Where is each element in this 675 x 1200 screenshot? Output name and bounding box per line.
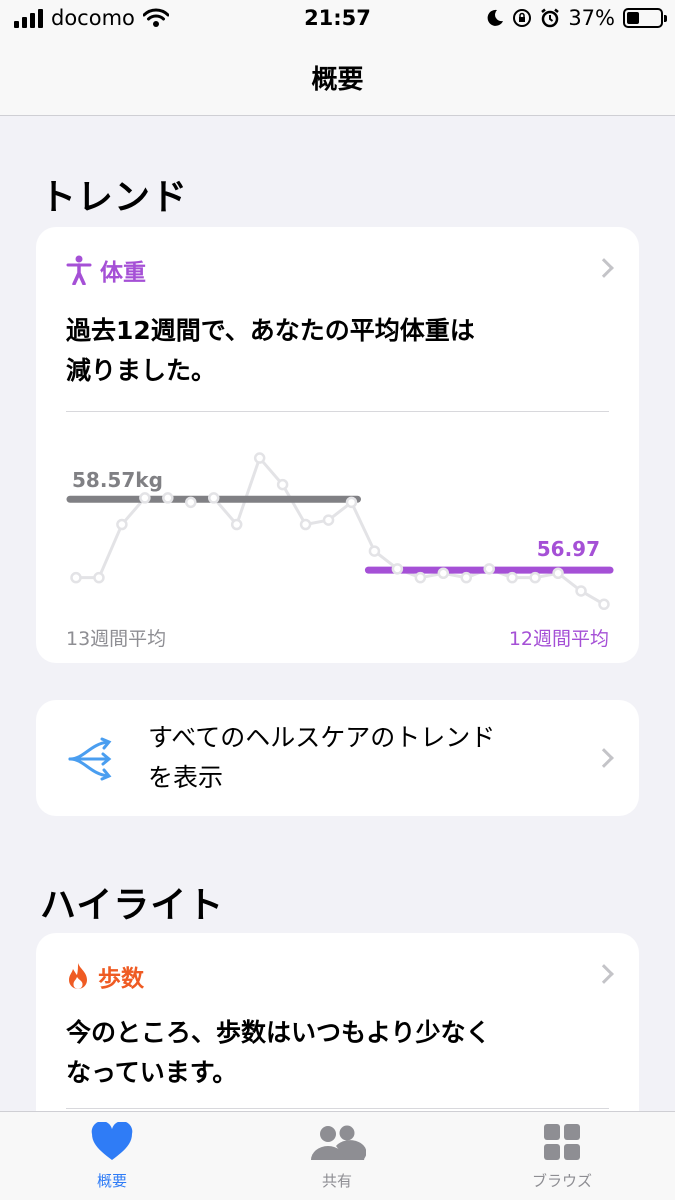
tab-summary-label: 概要 <box>96 1172 127 1190</box>
weight-data-point <box>253 452 266 464</box>
weight-data-point <box>529 571 541 584</box>
weight-data-point <box>391 563 404 575</box>
weight-data-point <box>368 545 381 557</box>
weight-data-point <box>276 478 289 491</box>
weight-data-point <box>598 598 610 611</box>
weight-trend-card[interactable]: 体重 過去12週間で、あなたの平均体重は 減りました。 58.57kg 56.97… <box>36 227 639 663</box>
tab-summary[interactable]: 概要 <box>52 1121 172 1191</box>
flame-icon <box>69 963 87 990</box>
steps-message-line1: 今のところ、歩数はいつもより少なく <box>66 1018 491 1047</box>
tab-sharing[interactable]: 共有 <box>277 1122 397 1191</box>
weight-data-point <box>322 514 335 526</box>
all-trends-card[interactable]: すべてのヘルスケアのトレンド を表示 <box>36 700 639 816</box>
rotation-lock-icon <box>513 9 532 27</box>
tab-sharing-label: 共有 <box>321 1172 352 1190</box>
weight-data-point <box>552 567 564 579</box>
battery-percent: 37% <box>568 6 615 30</box>
steps-card-header: 歩数 <box>66 959 144 993</box>
chevron-right-icon <box>594 748 614 768</box>
weight-data-point <box>185 496 197 509</box>
page-title: 概要 <box>311 65 364 95</box>
weight-data-point <box>230 518 243 531</box>
weight-data-point <box>299 518 312 531</box>
trend-arrows-icon <box>68 737 112 781</box>
weight-data-point <box>575 585 587 597</box>
all-trends-line2: を表示 <box>148 763 224 792</box>
weight-data-point <box>162 492 174 504</box>
heart-icon <box>91 1121 133 1160</box>
current-average-label: 56.97 <box>537 537 600 561</box>
weight-data-point <box>437 567 450 579</box>
trends-section-title: トレンド <box>40 177 189 218</box>
all-trends-label: すべてのヘルスケアのトレンド を表示 <box>148 718 495 798</box>
all-trends-line1: すべてのヘルスケアのトレンド <box>148 723 496 752</box>
weight-data-point <box>116 518 128 531</box>
steps-card-divider <box>66 1108 609 1109</box>
weight-data-point <box>207 492 220 504</box>
weight-data-point <box>483 563 495 575</box>
people-icon <box>311 1125 367 1160</box>
tab-browse[interactable]: ブラウズ <box>502 1122 622 1191</box>
highlights-section-title: ハイライト <box>40 885 225 926</box>
nav-bar: 概要 <box>0 40 675 116</box>
weight-data-point <box>139 492 151 504</box>
status-bar: docomo 21:57 37% <box>0 0 675 40</box>
steps-category-label: 歩数 <box>98 966 144 992</box>
weight-data-point <box>506 571 518 584</box>
steps-message-line2: なっています。 <box>66 1058 238 1087</box>
alarm-icon <box>541 8 560 28</box>
moon-icon <box>487 9 504 26</box>
tab-bar: 概要 共有 ブラウズ <box>0 1111 675 1200</box>
chevron-right-icon <box>594 964 614 984</box>
weight-data-point <box>414 571 427 584</box>
status-right: 37% <box>486 6 667 30</box>
right-caption: 12週間平均 <box>508 628 609 650</box>
weight-data-point <box>345 496 358 509</box>
weight-data-point <box>70 571 82 584</box>
left-caption: 13週間平均 <box>66 628 167 650</box>
steps-message: 今のところ、歩数はいつもより少なく なっています。 <box>66 1013 599 1093</box>
grid-icon <box>544 1124 580 1160</box>
weight-data-point <box>93 571 105 584</box>
weight-data-point <box>460 571 473 584</box>
previous-average-label: 58.57kg <box>72 468 163 492</box>
tab-browse-label: ブラウズ <box>531 1172 592 1190</box>
weight-chart: 58.57kg 56.97 <box>66 452 614 611</box>
battery-icon <box>623 8 667 28</box>
